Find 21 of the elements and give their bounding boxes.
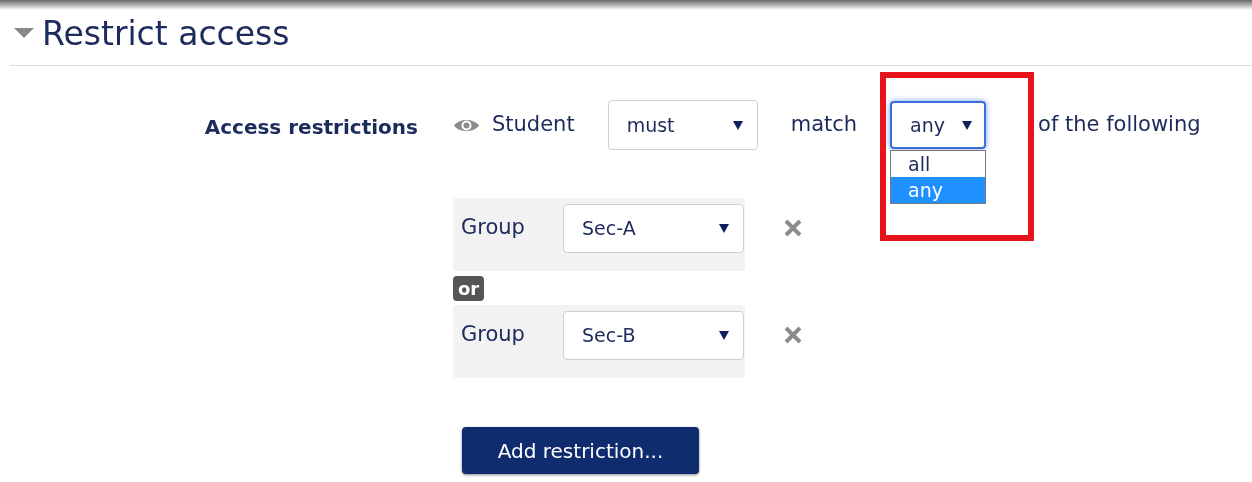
caret-icon [719, 331, 729, 340]
collapse-caret-icon[interactable] [14, 28, 34, 38]
condition-type: Group [461, 321, 526, 348]
suffix-label: of the following [1038, 111, 1201, 139]
close-icon[interactable] [783, 325, 803, 345]
condition-type: Group [461, 214, 526, 241]
caret-icon [962, 120, 973, 130]
add-restriction-button[interactable]: Add restriction... [462, 427, 699, 474]
select-field[interactable]: Sec-B [563, 311, 744, 360]
dropdown-option[interactable]: all [891, 151, 986, 177]
caret-icon [732, 120, 743, 130]
select-field[interactable]: must [607, 100, 758, 150]
match-label: match [790, 111, 858, 139]
close-icon[interactable] [783, 218, 803, 238]
field-label: Access restrictions [204, 114, 418, 141]
or-badge: or [453, 276, 485, 301]
audience-label: Student [492, 111, 575, 139]
caret-icon [719, 224, 729, 233]
select-field[interactable]: Sec-A [563, 204, 744, 253]
section-title: Restrict access [42, 16, 290, 50]
select-field[interactable]: any [890, 101, 987, 149]
